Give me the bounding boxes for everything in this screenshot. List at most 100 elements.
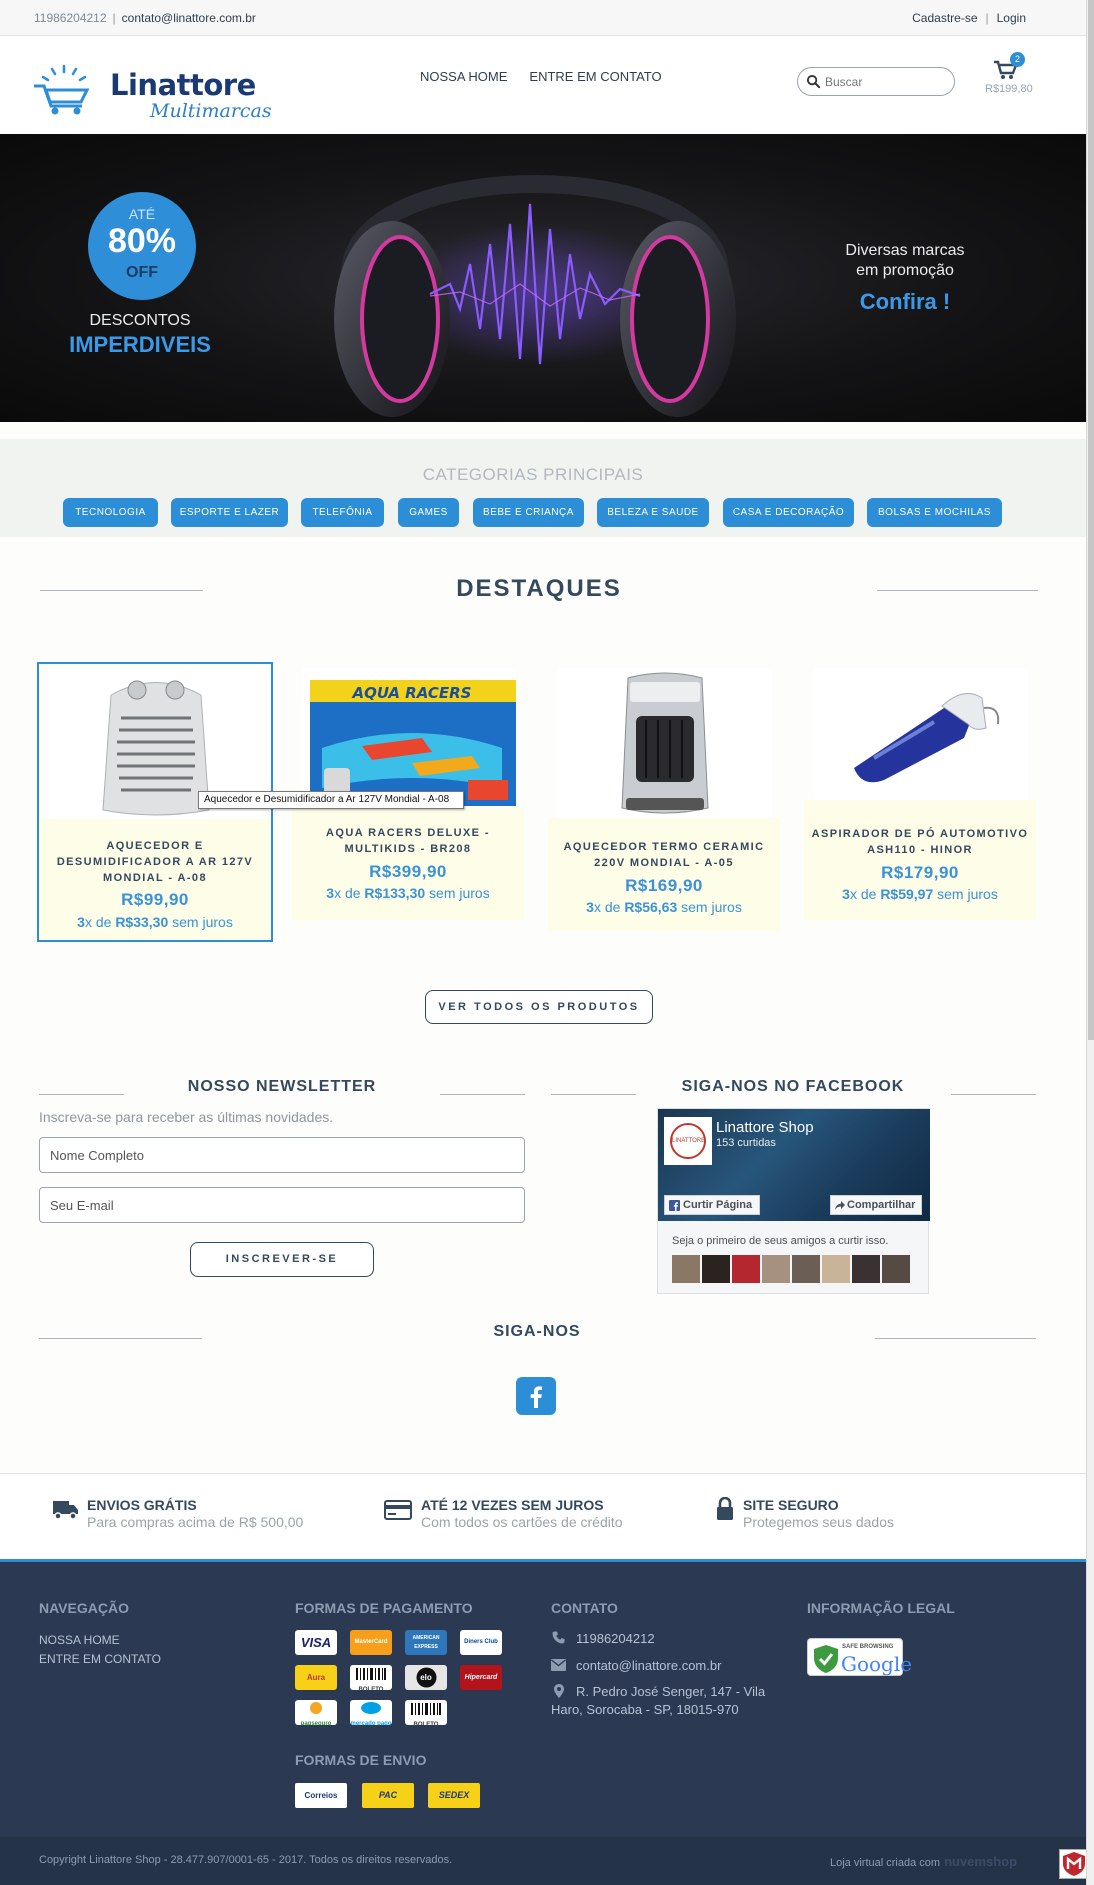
follow-title: SIGA-NOS bbox=[493, 1323, 581, 1340]
payment-hipercard: Hipercard bbox=[460, 1665, 502, 1690]
divider-line bbox=[875, 1338, 1036, 1339]
facebook-share-button[interactable]: Compartilhar bbox=[830, 1195, 922, 1215]
product-name-line: MONDIAL - A-08 bbox=[103, 872, 207, 884]
product-installments: 3x de R$56,63 sem juros bbox=[548, 899, 780, 915]
product-price: R$399,90 bbox=[369, 862, 447, 881]
footer-shipping-title: FORMAS DE ENVIO bbox=[295, 1752, 427, 1768]
safe-browsing-label: SAFE BROWSING bbox=[842, 1644, 894, 1650]
search-icon[interactable] bbox=[806, 74, 821, 89]
product-price: R$179,90 bbox=[881, 863, 959, 882]
installments-count: 3 bbox=[586, 899, 594, 915]
friend-avatar[interactable] bbox=[882, 1255, 910, 1283]
top-contact: 11986204212 | contato@linattore.com.br bbox=[34, 11, 256, 25]
facebook-social-button[interactable] bbox=[516, 1377, 556, 1415]
view-all-products-button[interactable]: VER TODOS OS PRODUTOS bbox=[425, 990, 653, 1024]
featured-title: DESTAQUES bbox=[456, 575, 622, 602]
divider-line bbox=[951, 1094, 1036, 1095]
installments-text: x de bbox=[334, 885, 365, 901]
logo-brand: Linattore bbox=[110, 68, 256, 102]
product-card[interactable]: AQUECEDOR TERMO CERAMIC 220V MONDIAL - A… bbox=[548, 662, 784, 941]
installments-count: 3 bbox=[77, 914, 85, 930]
newsletter-title: NOSSO NEWSLETTER bbox=[187, 1078, 377, 1095]
friend-avatar[interactable] bbox=[702, 1255, 730, 1283]
subscribe-button[interactable]: INSCREVER-SE bbox=[190, 1242, 374, 1277]
friend-avatar[interactable] bbox=[672, 1255, 700, 1283]
site-logo[interactable]: Linattore Multimarcas bbox=[30, 56, 272, 122]
product-name[interactable]: ASPIRADOR DE PÓ AUTOMOTIVO ASH110 - HINO… bbox=[810, 826, 1030, 858]
product-name-line: AQUECEDOR E bbox=[106, 840, 204, 852]
banner-cta[interactable]: Confira ! bbox=[830, 289, 980, 315]
divider-line bbox=[877, 590, 1038, 591]
mcafee-secure-badge[interactable] bbox=[1059, 1849, 1089, 1879]
facebook-likes: 153 curtidas bbox=[716, 1137, 776, 1149]
friend-avatar[interactable] bbox=[822, 1255, 850, 1283]
facebook-page-widget[interactable]: LINATTORE Linattore Shop 153 curtidas Cu… bbox=[657, 1108, 930, 1294]
boleto-label: BOLETO bbox=[413, 1722, 439, 1725]
google-safe-browsing-badge[interactable]: SAFE BROWSING Google bbox=[807, 1638, 912, 1676]
category-bolsas-mochilas[interactable]: BOLSAS E MOCHILAS bbox=[867, 498, 1002, 527]
facebook-page-avatar[interactable]: LINATTORE bbox=[664, 1117, 712, 1165]
facebook-page-name[interactable]: Linattore Shop bbox=[716, 1119, 814, 1136]
footer-email[interactable]: contato@linattore.com.br bbox=[576, 1658, 721, 1673]
top-email[interactable]: contato@linattore.com.br bbox=[122, 11, 256, 25]
product-card[interactable]: ASPIRADOR DE PÓ AUTOMOTIVO ASH110 - HINO… bbox=[804, 662, 1040, 941]
product-image bbox=[814, 668, 1028, 818]
category-games[interactable]: GAMES bbox=[398, 498, 459, 527]
nuvemshop-link[interactable]: nuvemshop bbox=[944, 1854, 1017, 1869]
nav-contact[interactable]: ENTRE EM CONTATO bbox=[529, 69, 661, 84]
product-installments: 3x de R$133,30 sem juros bbox=[292, 885, 524, 901]
newsletter-email-field[interactable] bbox=[39, 1187, 525, 1223]
discount-off: OFF bbox=[126, 264, 158, 281]
facebook-f-icon bbox=[530, 1386, 542, 1408]
top-phone: 11986204212 bbox=[34, 11, 107, 25]
product-name-line: AQUA RACERS DELUXE - bbox=[326, 827, 490, 839]
product-name[interactable]: AQUA RACERS DELUXE - MULTIKIDS - BR208 bbox=[298, 825, 518, 857]
headphones-image bbox=[334, 175, 736, 417]
login-link[interactable]: Login bbox=[997, 11, 1026, 25]
installments-text: x de bbox=[593, 899, 625, 915]
friend-avatar[interactable] bbox=[762, 1255, 790, 1283]
divider-line bbox=[551, 1094, 636, 1095]
banner-right-line1: Diversas marcas bbox=[845, 242, 965, 259]
footer-link-contact[interactable]: ENTRE EM CONTATO bbox=[39, 1652, 161, 1666]
map-marker-icon bbox=[554, 1684, 564, 1698]
cart-count-badge: 2 bbox=[1010, 52, 1025, 67]
newsletter-name-field[interactable] bbox=[39, 1137, 525, 1173]
friend-avatar[interactable] bbox=[852, 1255, 880, 1283]
product-info bbox=[804, 800, 1036, 920]
main-nav: NOSSA HOME ENTRE EM CONTATO bbox=[420, 69, 684, 84]
google-label: Google bbox=[841, 1652, 913, 1676]
product-tooltip: Aquecedor e Desumidificador a Ar 127V Mo… bbox=[198, 791, 464, 809]
category-casa-decoracao[interactable]: CASA E DECORAÇÃO bbox=[723, 498, 854, 527]
category-esporte-lazer[interactable]: ESPORTE E LAZER bbox=[171, 498, 288, 527]
category-tecnologia[interactable]: TECNOLOGIA bbox=[63, 498, 158, 527]
facebook-like-button[interactable]: Curtir Página bbox=[664, 1195, 760, 1215]
cart-button[interactable]: 2 bbox=[990, 52, 1030, 86]
category-telefonia[interactable]: TELEFÔNIA bbox=[301, 498, 384, 527]
category-beleza-saude[interactable]: BELEZA E SAUDE bbox=[597, 498, 709, 527]
share-icon bbox=[835, 1201, 845, 1210]
hero-banner[interactable]: ATÉ 80% OFF DESCONTOS IMPERDIVEIS Divers… bbox=[0, 134, 1086, 422]
divider-line bbox=[440, 1094, 525, 1095]
feature-subtitle: Com todos os cartões de crédito bbox=[421, 1514, 623, 1530]
register-link[interactable]: Cadastre-se bbox=[912, 11, 977, 25]
product-name-line: 220V MONDIAL - A-05 bbox=[594, 857, 734, 869]
cart-logo-icon bbox=[34, 64, 90, 115]
product-name-line: ASPIRADOR DE PÓ AUTOMOTIVO bbox=[811, 828, 1029, 840]
installments-text: x de bbox=[849, 886, 881, 902]
product-name[interactable]: AQUECEDOR E DESUMIDIFICADOR A AR 127V MO… bbox=[45, 838, 265, 886]
product-name[interactable]: AQUECEDOR TERMO CERAMIC 220V MONDIAL - A… bbox=[554, 839, 774, 871]
footer-payment-title: FORMAS DE PAGAMENTO bbox=[295, 1600, 473, 1616]
footer-link-home[interactable]: NOSSA HOME bbox=[39, 1633, 120, 1647]
friend-avatar[interactable] bbox=[732, 1255, 760, 1283]
nav-home[interactable]: NOSSA HOME bbox=[420, 69, 507, 84]
page-scrollbar[interactable] bbox=[1086, 0, 1094, 1885]
product-price: R$99,90 bbox=[121, 890, 189, 909]
footer-address-line2: Haro, Sorocaba - SP, 18015-970 bbox=[551, 1702, 739, 1717]
category-bebe-crianca[interactable]: BEBE E CRIANÇA bbox=[473, 498, 584, 527]
payment-elo: elo bbox=[405, 1665, 447, 1690]
friend-avatar[interactable] bbox=[792, 1255, 820, 1283]
search-input[interactable] bbox=[825, 72, 945, 92]
payment-mercadopago: mercado pago bbox=[350, 1700, 392, 1725]
scrollbar-thumb[interactable] bbox=[1088, 0, 1094, 1040]
